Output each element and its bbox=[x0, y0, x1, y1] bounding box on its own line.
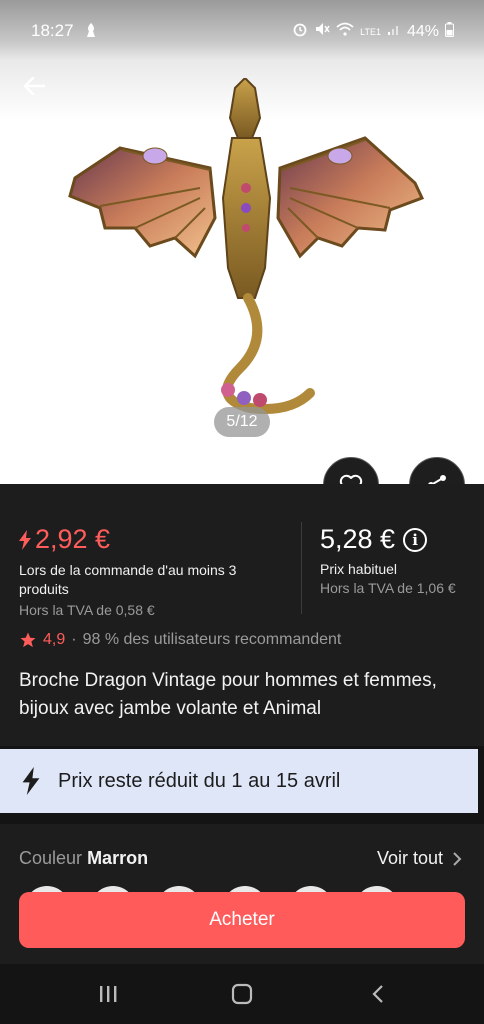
promo-banner-text: Prix reste réduit du 1 au 15 avril bbox=[58, 769, 341, 792]
usual-price-label: Prix habituel bbox=[320, 561, 398, 577]
mute-icon bbox=[314, 21, 330, 42]
arrow-left-icon bbox=[23, 76, 45, 96]
promo-price: 2,92 € bbox=[35, 524, 111, 554]
status-time: 18:27 bbox=[31, 21, 74, 40]
buy-button[interactable]: Acheter bbox=[19, 892, 465, 948]
color-value: Marron bbox=[87, 848, 149, 868]
promo-condition: Lors de la commande d'au moins 3 produit… bbox=[19, 562, 237, 597]
rating-score: 4,9 bbox=[43, 631, 66, 648]
battery-percent: 44% bbox=[406, 22, 439, 40]
rating-separator: · bbox=[71, 631, 77, 648]
status-bar: 18:27 LTE1 44% bbox=[0, 0, 484, 60]
lightning-icon bbox=[19, 529, 31, 550]
back-button[interactable] bbox=[18, 70, 50, 102]
usual-price: 5,28 € bbox=[320, 524, 396, 554]
rating-row[interactable]: 4,9 · 98 % des utilisateurs recommandent bbox=[19, 631, 341, 649]
lte-label: LTE1 bbox=[360, 26, 381, 37]
battery-icon bbox=[445, 21, 454, 42]
recent-apps-button[interactable] bbox=[88, 982, 128, 1006]
promo-price-row: 2,92 € bbox=[19, 524, 289, 555]
price-divider bbox=[301, 522, 302, 614]
status-right-group: LTE1 44% bbox=[292, 21, 454, 42]
see-all-link[interactable]: Voir tout bbox=[377, 848, 462, 869]
home-button[interactable] bbox=[222, 982, 262, 1006]
color-label: Couleur Marron bbox=[19, 848, 148, 869]
see-all-label: Voir tout bbox=[376, 848, 443, 868]
wifi-icon bbox=[336, 22, 354, 41]
star-icon bbox=[20, 632, 36, 648]
info-icon[interactable]: i bbox=[403, 527, 428, 552]
product-title: Broche Dragon Vintage pour hommes et fem… bbox=[19, 670, 437, 719]
notification-icon bbox=[84, 22, 98, 43]
usual-price-block: 5,28 € i Prix habituel Hors la TVA de 1,… bbox=[320, 524, 480, 596]
home-icon bbox=[231, 983, 253, 1005]
color-label-text: Couleur bbox=[19, 848, 83, 868]
dragon-brooch-image bbox=[68, 78, 425, 414]
recent-apps-icon bbox=[100, 986, 117, 1002]
product-image-gallery[interactable]: 5/12 bbox=[0, 60, 484, 484]
product-screen: 18:27 LTE1 44% 5/12 2,92 € Lors de la co… bbox=[0, 0, 484, 1024]
promo-vat: Hors la TVA de 0,58 € bbox=[19, 602, 155, 618]
signal-icon bbox=[387, 22, 401, 41]
image-counter: 5/12 bbox=[214, 407, 270, 437]
chevron-right-icon bbox=[453, 851, 462, 866]
system-nav-bar bbox=[0, 964, 484, 1024]
usual-price-row: 5,28 € i bbox=[320, 524, 480, 555]
lightning-icon bbox=[22, 767, 40, 795]
usual-vat: Hors la TVA de 1,06 € bbox=[320, 580, 456, 596]
back-nav-button[interactable] bbox=[358, 982, 398, 1006]
recommend-text: 98 % des utilisateurs recommandent bbox=[82, 631, 342, 648]
chevron-left-icon bbox=[372, 985, 383, 1003]
alarm-icon bbox=[292, 21, 308, 42]
promo-banner: Prix reste réduit du 1 au 15 avril bbox=[0, 749, 478, 813]
product-info: 2,92 € Lors de la commande d'au moins 3 … bbox=[0, 484, 484, 746]
promo-price-block: 2,92 € Lors de la commande d'au moins 3 … bbox=[19, 524, 289, 618]
